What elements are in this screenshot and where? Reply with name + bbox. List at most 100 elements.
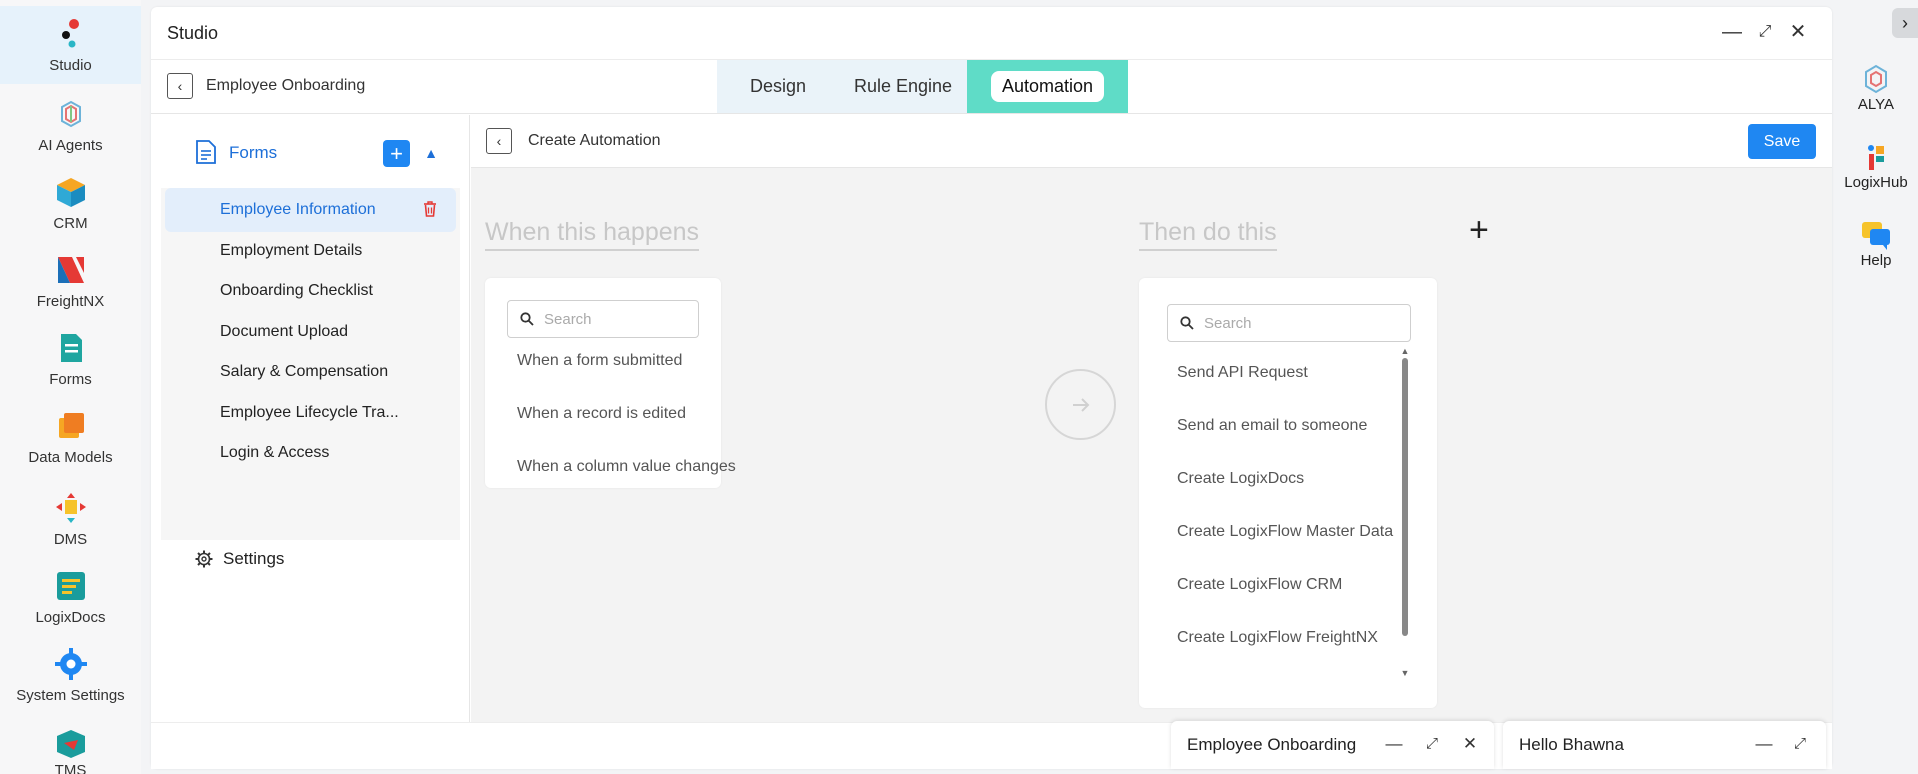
right-rail-item-help[interactable]: Help [1840, 218, 1912, 269]
close-icon[interactable]: ✕ [1787, 21, 1809, 43]
form-item-label: Employment Details [220, 242, 363, 259]
trigger-option[interactable]: When a form submitted [517, 352, 682, 370]
close-icon[interactable]: ✕ [1459, 733, 1481, 755]
action-option[interactable]: Send an email to someone [1177, 417, 1367, 435]
trigger-option[interactable]: When a column value changes [517, 458, 736, 476]
settings-item[interactable]: Settings [195, 549, 284, 569]
rail-item-tms[interactable]: TMS [0, 714, 141, 774]
crm-icon [56, 178, 85, 207]
minimized-window-title: Hello Bhawna [1519, 735, 1624, 754]
scroll-down-arrow-icon[interactable]: ▼ [1400, 668, 1410, 678]
arrow-right-icon [1072, 397, 1089, 412]
chevron-left-icon: ‹ [177, 78, 183, 94]
action-search-input[interactable] [1204, 314, 1410, 332]
action-option[interactable]: Create LogixFlow FreightNX [1177, 629, 1378, 647]
maximize-icon[interactable]: ⤢ [1754, 21, 1776, 43]
rail-item-forms[interactable]: Forms [0, 320, 141, 398]
minimized-window-hello-bhawna[interactable]: Hello Bhawna — ⤢ [1503, 721, 1826, 769]
trigger-option[interactable]: When a record is edited [517, 405, 686, 423]
rail-item-system-settings[interactable]: System Settings [0, 636, 141, 714]
rail-label: Data Models [28, 449, 113, 466]
rail-label: TMS [54, 762, 87, 774]
right-rail-label: Help [1860, 252, 1892, 269]
rail-label: System Settings [16, 687, 125, 704]
expand-rail-chevron-right-icon[interactable]: › [1892, 8, 1918, 38]
rail-item-logixdocs[interactable]: LogixDocs [0, 558, 141, 636]
logixhub-icon [1868, 145, 1884, 170]
search-icon [520, 312, 534, 326]
trigger-heading: When this happens [485, 218, 700, 251]
tab-design[interactable]: Design [717, 60, 839, 113]
gear-icon [195, 550, 213, 568]
action-option[interactable]: Create LogixFlow CRM [1177, 576, 1342, 594]
action-option[interactable]: Send API Request [1177, 364, 1308, 382]
maximize-icon[interactable]: ⤢ [1789, 733, 1811, 755]
forms-heading: Forms [229, 143, 278, 162]
tab-label: Rule Engine [853, 76, 953, 96]
help-icon [1862, 222, 1890, 250]
rail-label: CRM [53, 215, 88, 232]
form-list-item[interactable]: Employment Details [165, 229, 456, 273]
maximize-icon[interactable]: ⤢ [1421, 733, 1443, 755]
action-option[interactable]: Create LogixFlow Master Data [1177, 523, 1393, 541]
rail-item-studio[interactable]: Studio [0, 6, 141, 84]
canvas-title: Create Automation [528, 132, 661, 149]
rail-item-freightnx[interactable]: FreightNX [0, 242, 141, 320]
form-list-item[interactable]: Onboarding Checklist [165, 269, 456, 313]
trash-icon[interactable] [422, 200, 438, 218]
settings-label: Settings [223, 549, 285, 568]
right-rail-item-logixhub[interactable]: LogixHub [1840, 140, 1912, 191]
action-search[interactable] [1167, 304, 1411, 342]
tab-rule-engine[interactable]: Rule Engine [839, 60, 967, 113]
tab-automation[interactable]: Automation [967, 60, 1128, 113]
save-button[interactable]: Save [1748, 124, 1816, 159]
chevron-left-icon: ‹ [496, 133, 502, 149]
form-item-label: Onboarding Checklist [220, 282, 373, 299]
form-list: Employee Information Employment Details … [161, 188, 460, 540]
automation-canvas: ‹ Create Automation Save When this happe… [471, 115, 1832, 722]
rail-item-data-models[interactable]: Data Models [0, 398, 141, 476]
add-action-plus-icon[interactable]: + [1469, 213, 1489, 247]
minimized-window-employee-onboarding[interactable]: Employee Onboarding — ⤢ ✕ [1171, 721, 1494, 769]
form-item-label: Document Upload [220, 323, 349, 340]
app-rail: Studio AI Agents CRM FreightNX Forms Dat… [0, 0, 141, 774]
form-list-item[interactable]: Login & Access [165, 431, 456, 475]
rail-item-crm[interactable]: CRM [0, 164, 141, 242]
form-list-item[interactable]: Salary & Compensation [165, 350, 456, 394]
right-rail-label: ALYA [1857, 96, 1895, 113]
trigger-search[interactable] [507, 300, 699, 338]
freightnx-icon [57, 257, 84, 283]
rail-label: FreightNX [36, 293, 105, 310]
minimize-icon[interactable]: — [1753, 733, 1775, 755]
form-item-label: Salary & Compensation [220, 363, 389, 380]
app-name: Employee Onboarding [206, 77, 366, 94]
scroll-up-arrow-icon[interactable]: ▲ [1400, 346, 1410, 356]
form-list-item[interactable]: Employee Lifecycle Tra... [165, 391, 456, 435]
forms-icon [60, 334, 82, 362]
chevron-up-icon[interactable]: ▲ [421, 140, 441, 167]
studio-window: Studio — ⤢ ✕ ‹ Employee Onboarding Desig… [151, 7, 1832, 769]
action-list-scrollbar[interactable]: ▲ ▼ [1400, 346, 1410, 678]
form-list-item[interactable]: Document Upload [165, 310, 456, 354]
right-rail-label: LogixHub [1844, 174, 1908, 191]
form-item-label: Employee Information [220, 201, 376, 218]
data-models-icon [58, 413, 84, 438]
forms-sidebar: Forms + ▲ Employee Information Employmen… [151, 115, 470, 722]
flow-connector [1045, 369, 1116, 440]
rail-item-ai-agents[interactable]: AI Agents [0, 86, 141, 164]
trigger-search-input[interactable] [544, 310, 698, 328]
back-button[interactable]: ‹ [167, 73, 193, 99]
minimized-window-title: Employee Onboarding [1187, 735, 1357, 754]
rail-item-dms[interactable]: DMS [0, 480, 141, 558]
minimize-icon[interactable]: — [1721, 21, 1743, 43]
rail-label: Studio [49, 57, 92, 74]
add-form-button[interactable]: + [383, 140, 410, 167]
right-rail-item-alya[interactable]: ALYA [1840, 62, 1912, 113]
form-list-item[interactable]: Employee Information [165, 188, 456, 232]
scrollbar-thumb[interactable] [1402, 358, 1408, 636]
document-icon [196, 140, 216, 164]
canvas-back-button[interactable]: ‹ [486, 128, 512, 154]
action-option[interactable]: Create LogixDocs [1177, 470, 1304, 488]
search-icon [1180, 316, 1194, 330]
minimize-icon[interactable]: — [1383, 733, 1405, 755]
